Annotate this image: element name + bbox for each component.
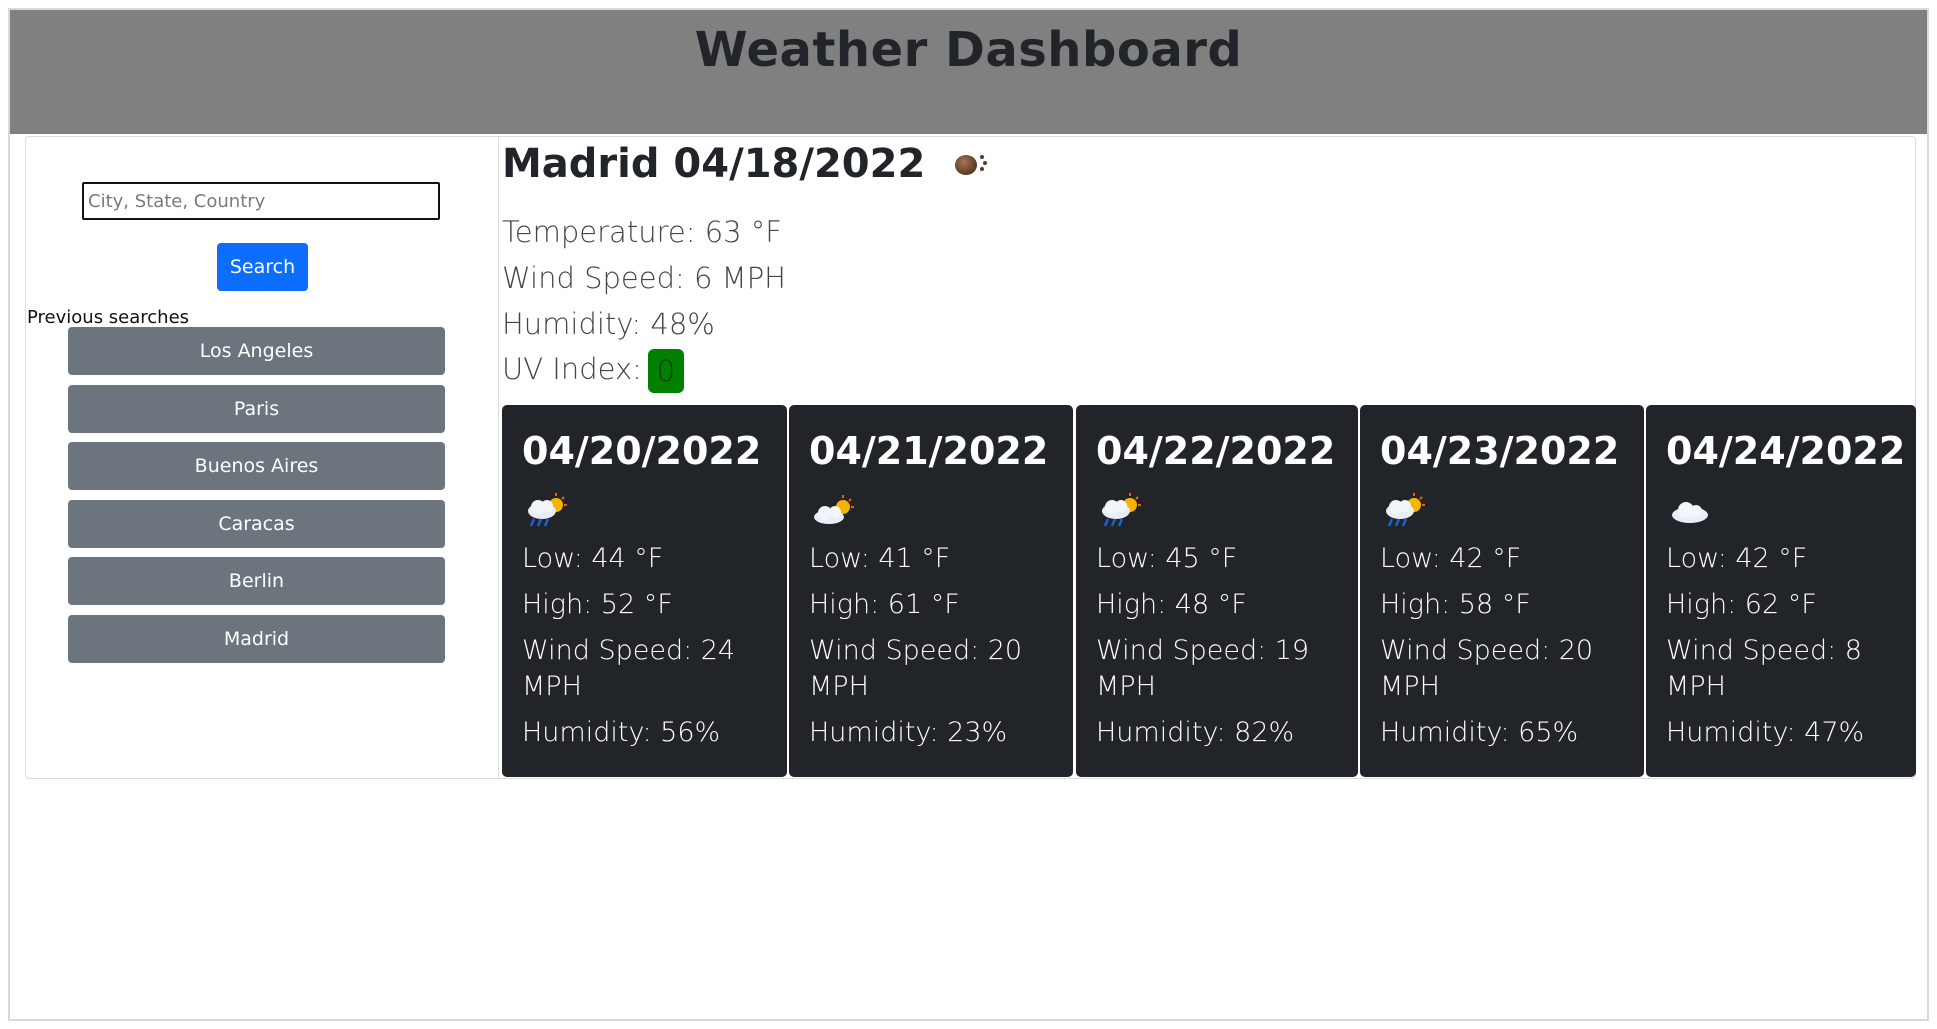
forecast-low: Low: 42 °F <box>1666 543 1808 574</box>
forecast-card: 04/24/2022 Low: 42 °F High: 62 °F Wind S… <box>1646 405 1916 777</box>
page-title: Weather Dashboard <box>694 22 1243 78</box>
page-frame: Weather Dashboard Search Previous search… <box>8 8 1929 1021</box>
forecast-date: 04/23/2022 <box>1380 429 1620 473</box>
forecast-humidity: Humidity: 47% <box>1666 717 1865 748</box>
rain-sun-icon <box>522 491 572 531</box>
forecast-humidity: Humidity: 56% <box>522 717 721 748</box>
forecast-low: Low: 42 °F <box>1380 543 1522 574</box>
uv-label: UV Index: <box>502 352 642 386</box>
uv-badge: 0 <box>647 349 684 393</box>
history-item-caracas[interactable]: Caracas <box>68 499 445 548</box>
current-city-date: Madrid 04/18/2022 <box>502 141 926 187</box>
haze-icon <box>953 151 988 177</box>
current-wind: Wind Speed: 6 MPH <box>502 261 786 295</box>
forecast-date: 04/20/2022 <box>522 429 762 473</box>
forecast-card: 04/23/2022 Low: 42 °F High: 58 °F Wind S… <box>1360 405 1644 777</box>
history-list: Los Angeles Paris Buenos Aires Caracas B… <box>68 327 445 672</box>
forecast-humidity: Humidity: 82% <box>1096 717 1295 748</box>
forecast-date: 04/24/2022 <box>1666 429 1906 473</box>
current-humidity: Humidity: 48% <box>502 307 715 341</box>
forecast-wind: Wind Speed: 20 MPH <box>1380 635 1594 702</box>
forecast-row: 04/20/2022 Low: 44 °F High: 52 °F Wind S… <box>502 405 1916 777</box>
search-button[interactable]: Search <box>217 243 308 291</box>
forecast-high: High: 58 °F <box>1380 589 1531 620</box>
forecast-card: 04/20/2022 Low: 44 °F High: 52 °F Wind S… <box>502 405 787 777</box>
forecast-high: High: 52 °F <box>522 589 673 620</box>
current-title-row: Madrid 04/18/2022 <box>502 141 988 187</box>
rain-sun-icon <box>1380 491 1430 531</box>
forecast-card: 04/22/2022 Low: 45 °F High: 48 °F Wind S… <box>1076 405 1358 777</box>
forecast-wind: Wind Speed: 8 MPH <box>1666 635 1862 702</box>
current-weather: Madrid 04/18/2022 Temperature: 63 °F Win… <box>502 137 1914 402</box>
header: Weather Dashboard <box>10 10 1927 134</box>
forecast-high: High: 62 °F <box>1666 589 1817 620</box>
forecast-high: High: 61 °F <box>809 589 960 620</box>
current-uv-row: UV Index: 0 <box>502 349 684 393</box>
forecast-wind: Wind Speed: 20 MPH <box>809 635 1023 702</box>
forecast-wind: Wind Speed: 19 MPH <box>1096 635 1310 702</box>
forecast-date: 04/21/2022 <box>809 429 1049 473</box>
forecast-card: 04/21/2022 Low: 41 °F High: 61 °F Wind S… <box>789 405 1073 777</box>
history-item-buenos-aires[interactable]: Buenos Aires <box>68 442 445 490</box>
history-item-los-angeles[interactable]: Los Angeles <box>68 327 445 375</box>
sidebar: Search Previous searches Los Angeles Par… <box>26 137 499 778</box>
rain-sun-icon <box>1096 491 1146 531</box>
search-input[interactable] <box>82 182 440 220</box>
forecast-humidity: Humidity: 65% <box>1380 717 1579 748</box>
forecast-high: High: 48 °F <box>1096 589 1247 620</box>
forecast-humidity: Humidity: 23% <box>809 717 1008 748</box>
history-item-paris[interactable]: Paris <box>68 384 445 433</box>
forecast-low: Low: 44 °F <box>522 543 664 574</box>
forecast-low: Low: 41 °F <box>809 543 951 574</box>
forecast-wind: Wind Speed: 24 MPH <box>522 635 736 702</box>
previous-searches-label: Previous searches <box>27 307 190 328</box>
forecast-date: 04/22/2022 <box>1096 429 1336 473</box>
current-temperature: Temperature: 63 °F <box>502 215 782 249</box>
partly-cloudy-icon <box>809 491 859 531</box>
history-item-madrid[interactable]: Madrid <box>68 614 445 663</box>
history-item-berlin[interactable]: Berlin <box>68 557 445 605</box>
main-panel: Search Previous searches Los Angeles Par… <box>25 136 1916 779</box>
forecast-low: Low: 45 °F <box>1096 543 1238 574</box>
cloud-icon <box>1666 491 1716 531</box>
